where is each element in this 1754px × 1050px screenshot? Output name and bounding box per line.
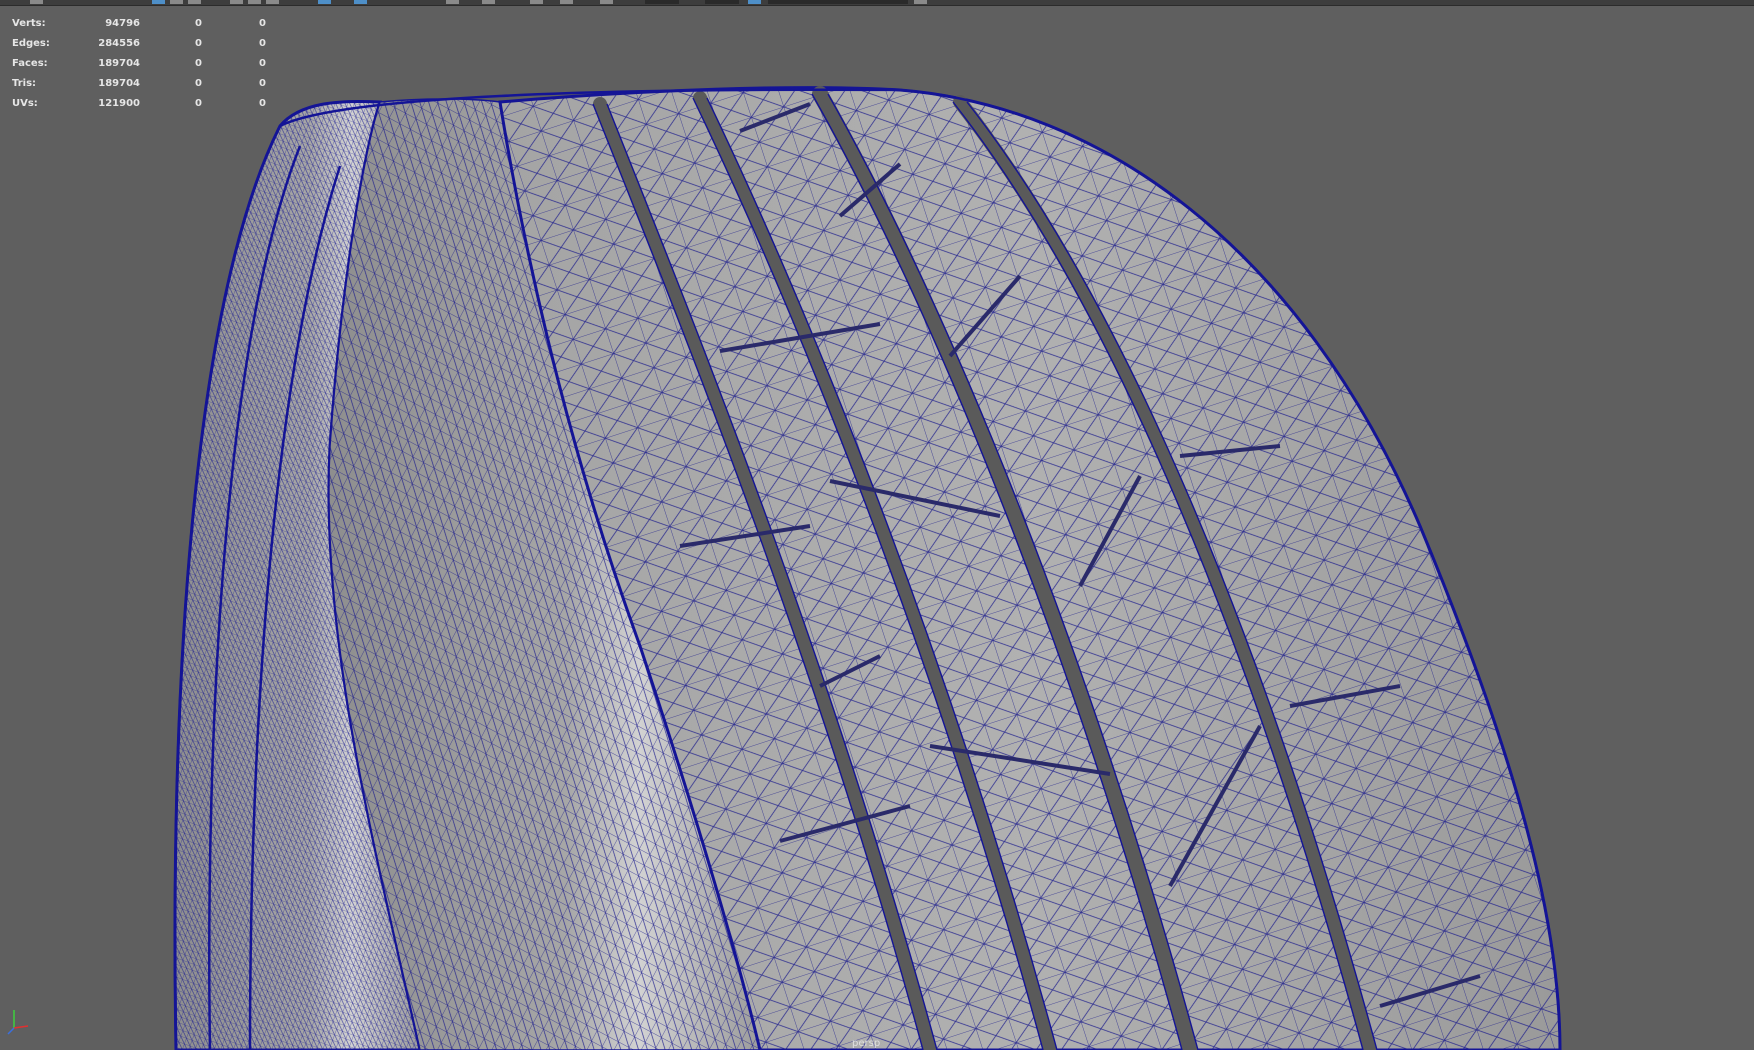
poly-count-hud: Verts: 94796 0 0 Edges: 284556 0 0 Faces… (12, 14, 266, 114)
hud-selected2: 0 (259, 98, 266, 109)
hud-label: Faces: (12, 58, 48, 69)
hud-selected2: 0 (259, 58, 266, 69)
hud-selected: 0 (195, 58, 202, 69)
view-transform-field[interactable] (768, 0, 908, 4)
film-gate-button[interactable] (266, 0, 279, 4)
hud-selected: 0 (195, 38, 202, 49)
hud-row-uvs: UVs: 121900 0 0 (12, 94, 266, 114)
hud-total: 94796 (105, 18, 140, 29)
hud-selected: 0 (195, 98, 202, 109)
panel-options-button[interactable] (914, 0, 927, 4)
color-management-button[interactable] (748, 0, 761, 4)
wireframe-on-shaded-button[interactable] (318, 0, 331, 4)
tire-mesh-render[interactable] (0, 6, 1754, 1050)
grid-button[interactable] (248, 0, 261, 4)
camera-name-label: persp (852, 1038, 881, 1049)
camera-attributes-button[interactable] (170, 0, 183, 4)
hud-label: Tris: (12, 78, 37, 89)
view-axis-icon (7, 1010, 29, 1035)
xray-button[interactable] (600, 0, 613, 4)
hud-selected2: 0 (259, 18, 266, 29)
bookmarks-button[interactable] (188, 0, 201, 4)
isolate-select-button[interactable] (560, 0, 573, 4)
select-camera-button[interactable] (152, 0, 165, 4)
hud-total: 121900 (98, 98, 140, 109)
hud-row-faces: Faces: 189704 0 0 (12, 54, 266, 74)
hud-selected: 0 (195, 18, 202, 29)
gamma-field[interactable] (705, 0, 739, 4)
hud-label: Edges: (12, 38, 50, 49)
hud-label: UVs: (12, 98, 38, 109)
hud-selected: 0 (195, 78, 202, 89)
image-plane-button[interactable] (230, 0, 243, 4)
hud-row-edges: Edges: 284556 0 0 (12, 34, 266, 54)
hud-total: 189704 (98, 58, 140, 69)
smooth-shade-button[interactable] (354, 0, 367, 4)
exposure-field[interactable] (645, 0, 679, 4)
shadows-button[interactable] (530, 0, 543, 4)
hud-selected2: 0 (259, 78, 266, 89)
hud-total: 284556 (98, 38, 140, 49)
lights-button[interactable] (482, 0, 495, 4)
hud-total: 189704 (98, 78, 140, 89)
hud-row-tris: Tris: 189704 0 0 (12, 74, 266, 94)
hud-label: Verts: (12, 18, 46, 29)
camera-menu-button[interactable] (30, 0, 43, 4)
textured-button[interactable] (446, 0, 459, 4)
hud-selected2: 0 (259, 38, 266, 49)
hud-row-verts: Verts: 94796 0 0 (12, 14, 266, 34)
perspective-viewport[interactable]: Verts: 94796 0 0 Edges: 284556 0 0 Faces… (0, 6, 1754, 1050)
